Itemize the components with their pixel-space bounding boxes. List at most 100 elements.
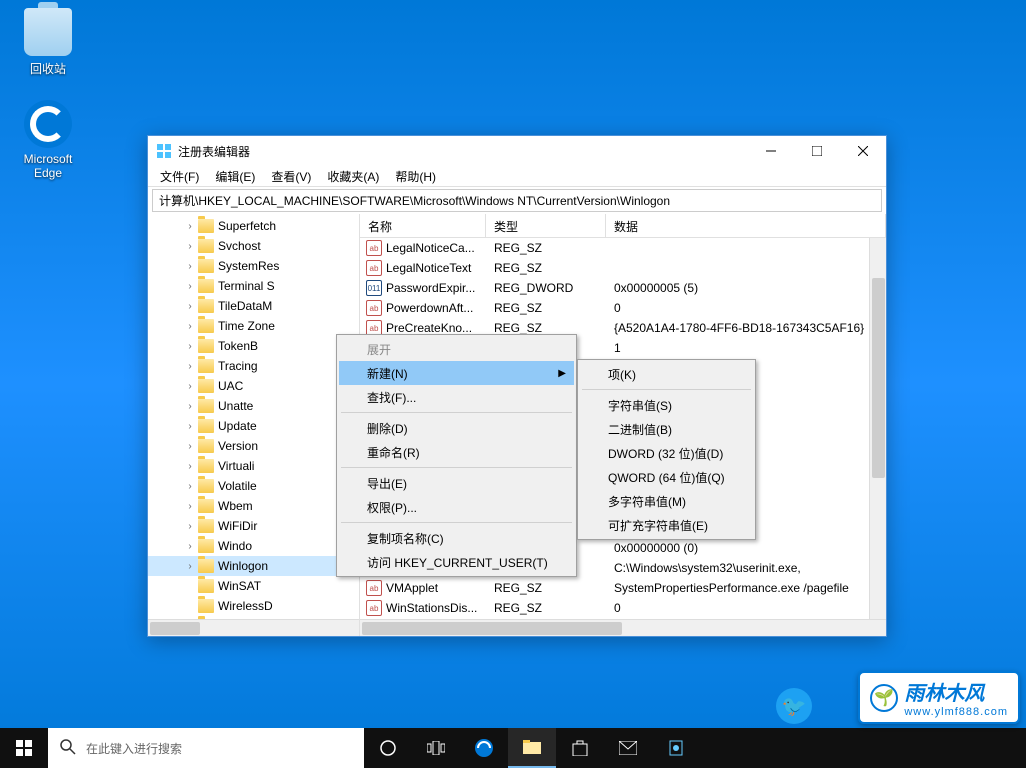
ctx-new-binary[interactable]: 二进制值(B)	[580, 417, 753, 441]
column-data[interactable]: 数据	[606, 214, 886, 237]
tree-item-label: Terminal S	[218, 279, 275, 293]
tree-item[interactable]: ›Windo	[148, 536, 359, 556]
watermark-text: 雨林木风	[904, 677, 1008, 706]
menu-help[interactable]: 帮助(H)	[387, 166, 444, 187]
desktop-icon-edge[interactable]: Microsoft Edge	[10, 100, 86, 180]
folder-icon	[198, 379, 214, 393]
tree-item[interactable]: ›TileDataM	[148, 296, 359, 316]
value-name: PreCreateKno...	[386, 321, 486, 335]
address-bar[interactable]: 计算机\HKEY_LOCAL_MACHINE\SOFTWARE\Microsof…	[152, 189, 882, 212]
taskbar-cortana[interactable]	[364, 728, 412, 768]
ctx-new-string[interactable]: 字符串值(S)	[580, 393, 753, 417]
taskbar-explorer[interactable]	[508, 728, 556, 768]
menu-view[interactable]: 查看(V)	[263, 166, 319, 187]
search-icon	[60, 739, 76, 758]
tree-item-label: Version	[218, 439, 258, 453]
value-type: REG_SZ	[486, 301, 606, 315]
value-type-icon: 011	[366, 280, 382, 296]
ctx-new[interactable]: 新建(N)▶	[339, 361, 574, 385]
tree-item[interactable]: ›Update	[148, 416, 359, 436]
tree-item[interactable]: ›WiFiDir	[148, 516, 359, 536]
value-type-icon: ab	[366, 300, 382, 316]
tree-item[interactable]: ›TokenB	[148, 336, 359, 356]
tree-item-label: Windo	[218, 539, 252, 553]
list-vscroll[interactable]	[869, 238, 886, 619]
list-row[interactable]: abVMAppletREG_SZSystemPropertiesPerforma…	[360, 578, 886, 598]
minimize-button[interactable]	[748, 136, 794, 166]
list-hscroll[interactable]	[360, 619, 886, 636]
tree-item-label: Time Zone	[218, 319, 275, 333]
taskbar-mail[interactable]	[604, 728, 652, 768]
list-row[interactable]: abPowerdownAft...REG_SZ0	[360, 298, 886, 318]
column-name[interactable]: 名称	[360, 214, 486, 237]
tree-item[interactable]: ›Winlogon	[148, 556, 359, 576]
titlebar[interactable]: 注册表编辑器	[148, 136, 886, 166]
value-type-icon: ab	[366, 240, 382, 256]
tree-item[interactable]: ›Svchost	[148, 236, 359, 256]
tree-item[interactable]: ›Terminal S	[148, 276, 359, 296]
ctx-export[interactable]: 导出(E)	[339, 471, 574, 495]
tree-item[interactable]: ›Wbem	[148, 496, 359, 516]
ctx-new-key[interactable]: 项(K)	[580, 362, 753, 386]
expander-icon: ›	[184, 221, 196, 232]
list-row[interactable]: abLegalNoticeCa...REG_SZ	[360, 238, 886, 258]
close-button[interactable]	[840, 136, 886, 166]
ctx-new-dword[interactable]: DWORD (32 位)值(D)	[580, 441, 753, 465]
menu-edit[interactable]: 编辑(E)	[207, 166, 263, 187]
tree-item[interactable]: › Time Zone	[148, 316, 359, 336]
desktop-icon-recycle-bin[interactable]: 回收站	[10, 8, 86, 77]
ctx-new-expand[interactable]: 可扩充字符串值(E)	[580, 513, 753, 537]
tree-item[interactable]: ›UAC	[148, 376, 359, 396]
ctx-goto-hkcu[interactable]: 访问 HKEY_CURRENT_USER(T)	[339, 550, 574, 574]
tree-item[interactable]: ›SystemRes	[148, 256, 359, 276]
tree-item[interactable]: ›Superfetch	[148, 216, 359, 236]
ctx-permissions[interactable]: 权限(P)...	[339, 495, 574, 519]
ctx-new-qword[interactable]: QWORD (64 位)值(Q)	[580, 465, 753, 489]
app-icon	[668, 739, 684, 757]
expander-icon: ›	[184, 401, 196, 412]
folder-icon	[198, 439, 214, 453]
column-type[interactable]: 类型	[486, 214, 606, 237]
ctx-new-multi[interactable]: 多字符串值(M)	[580, 489, 753, 513]
expander-icon: ›	[184, 381, 196, 392]
tree-item[interactable]: WirelessD	[148, 596, 359, 616]
folder-icon	[198, 299, 214, 313]
tree-item[interactable]: ›Unatte	[148, 396, 359, 416]
ctx-delete[interactable]: 删除(D)	[339, 416, 574, 440]
taskbar-store[interactable]	[556, 728, 604, 768]
folder-icon	[198, 219, 214, 233]
ctx-rename[interactable]: 重命名(R)	[339, 440, 574, 464]
list-row[interactable]: 011PasswordExpir...REG_DWORD0x00000005 (…	[360, 278, 886, 298]
menu-favorites[interactable]: 收藏夹(A)	[319, 166, 387, 187]
tree-item[interactable]: ›Version	[148, 436, 359, 456]
tree-item[interactable]: ›Volatile	[148, 476, 359, 496]
list-row[interactable]: abLegalNoticeTextREG_SZ	[360, 258, 886, 278]
taskbar-edge[interactable]	[460, 728, 508, 768]
maximize-button[interactable]	[794, 136, 840, 166]
folder-icon	[198, 539, 214, 553]
folder-icon	[198, 259, 214, 273]
tree-hscroll[interactable]	[148, 619, 359, 636]
tree-item[interactable]: WinSAT	[148, 576, 359, 596]
search-box[interactable]: 在此键入进行搜索	[48, 728, 364, 768]
menu-file[interactable]: 文件(F)	[152, 166, 207, 187]
tree-item-label: Update	[218, 419, 257, 433]
start-button[interactable]	[0, 728, 48, 768]
taskbar-app[interactable]	[652, 728, 700, 768]
ctx-copy-key-name[interactable]: 复制项名称(C)	[339, 526, 574, 550]
tree-item[interactable]: ›Virtuali	[148, 456, 359, 476]
value-type-icon: ab	[366, 260, 382, 276]
taskbar-taskview[interactable]	[412, 728, 460, 768]
list-row[interactable]: abWinStationsDis...REG_SZ0	[360, 598, 886, 618]
folder-icon	[198, 319, 214, 333]
minimize-icon	[766, 146, 776, 156]
tree-item[interactable]: ›Tracing	[148, 356, 359, 376]
expander-icon: ›	[184, 321, 196, 332]
ctx-find[interactable]: 查找(F)...	[339, 385, 574, 409]
tree-item-label: Winlogon	[218, 559, 268, 573]
folder-icon	[198, 579, 214, 593]
context-menu: 展开 新建(N)▶ 查找(F)... 删除(D) 重命名(R) 导出(E) 权限…	[336, 334, 577, 577]
value-data: 0x00000005 (5)	[606, 281, 886, 295]
watermark-url: www.ylmf888.com	[904, 706, 1008, 718]
ctx-expand[interactable]: 展开	[339, 337, 574, 361]
